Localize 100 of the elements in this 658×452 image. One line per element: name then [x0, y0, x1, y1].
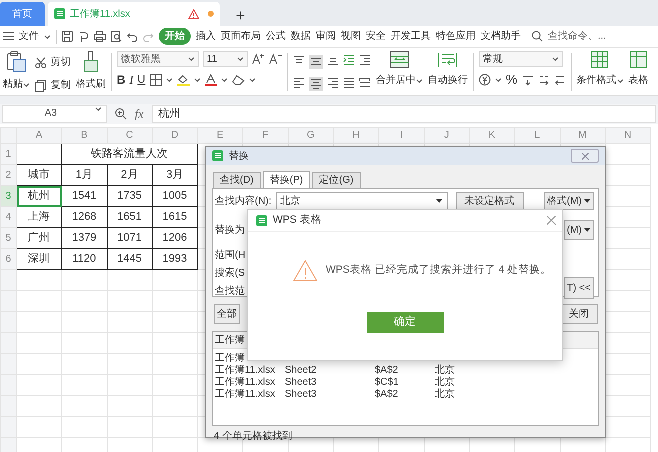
format-button[interactable]: 格式(M): [544, 192, 594, 210]
result-cell[interactable]: Sheet2: [285, 365, 375, 377]
caret-icon[interactable]: [616, 78, 624, 84]
cut-button[interactable]: 剪切: [51, 55, 71, 70]
font-color-icon[interactable]: [204, 74, 217, 86]
paste-icon[interactable]: [6, 51, 26, 73]
dialog-tab[interactable]: 定位(G): [312, 172, 361, 188]
conditional-format-button[interactable]: 条件格式: [576, 73, 617, 88]
caret-icon[interactable]: [188, 56, 195, 62]
table-grid-icon[interactable]: [630, 51, 648, 69]
brush-icon[interactable]: [83, 51, 99, 73]
merge-cells-icon[interactable]: [390, 51, 410, 69]
caret-icon[interactable]: [220, 77, 228, 83]
align-right-icon[interactable]: [327, 77, 339, 89]
merge-center-button[interactable]: 合并居中: [376, 73, 416, 88]
menu-tab[interactable]: 开发工具: [391, 29, 431, 44]
menu-tab[interactable]: 文档助手: [481, 29, 521, 44]
align-middle-icon[interactable]: [309, 55, 323, 69]
result-cell[interactable]: $C$1: [375, 377, 435, 389]
formula-field[interactable]: 杭州: [152, 105, 656, 123]
replace-all-button[interactable]: 全部: [214, 304, 240, 324]
caret-icon[interactable]: [436, 198, 443, 204]
result-cell[interactable]: Sheet3: [285, 377, 375, 389]
result-cell[interactable]: 工作簿11.xlsx: [215, 365, 285, 377]
close-icon[interactable]: [547, 216, 556, 225]
caret-icon[interactable]: [237, 56, 244, 62]
align-center-icon[interactable]: [309, 77, 323, 91]
menu-tab[interactable]: 安全: [366, 29, 386, 44]
result-cell[interactable]: Sheet3: [285, 389, 375, 401]
grow-font-icon[interactable]: [252, 53, 265, 65]
result-cell[interactable]: 工作簿11.xlsx: [215, 389, 285, 401]
caret-icon[interactable]: [95, 106, 102, 112]
paste-button[interactable]: 粘贴: [3, 77, 23, 92]
close-button[interactable]: [571, 149, 599, 163]
menu-tab[interactable]: 视图: [341, 29, 361, 44]
outdent-icon[interactable]: [359, 55, 371, 67]
print-preview-icon[interactable]: [111, 31, 122, 42]
font-name-field[interactable]: 微软雅黑: [117, 51, 199, 67]
caret-icon[interactable]: [495, 77, 502, 83]
eraser-icon[interactable]: [232, 74, 245, 86]
name-box[interactable]: A3: [2, 105, 107, 123]
zoom-icon[interactable]: [115, 108, 127, 120]
menu-tab[interactable]: 插入: [196, 29, 216, 44]
scissors-icon[interactable]: [35, 56, 47, 68]
fill-color-icon[interactable]: [176, 74, 190, 86]
dialog-tab[interactable]: 查找(D): [213, 172, 261, 188]
italic-button[interactable]: I: [130, 71, 134, 89]
wrap-text-button[interactable]: 自动换行: [428, 73, 468, 88]
close-dialog-button[interactable]: 关闭: [560, 304, 598, 324]
copy-button[interactable]: 复制: [51, 78, 71, 93]
percent-button[interactable]: %: [506, 70, 518, 90]
result-cell[interactable]: 北京: [435, 389, 475, 401]
result-cell[interactable]: 工作簿: [215, 353, 245, 365]
underline-button[interactable]: U: [138, 72, 146, 88]
align-left-icon[interactable]: [293, 77, 305, 89]
borders-icon[interactable]: [150, 74, 162, 86]
table-grid-icon[interactable]: [591, 51, 610, 69]
menu-tab[interactable]: 页面布局: [221, 29, 261, 44]
font-size-field[interactable]: 11: [203, 51, 248, 67]
new-tab-button[interactable]: +: [228, 8, 254, 26]
copy-icon[interactable]: [35, 80, 47, 92]
caret-icon[interactable]: [552, 56, 559, 62]
undo-icon[interactable]: [127, 32, 138, 42]
wrap-text-icon[interactable]: [438, 51, 458, 69]
menu-tab[interactable]: 数据: [291, 29, 311, 44]
shrink-font-icon[interactable]: [269, 53, 282, 65]
search-icon[interactable]: [532, 31, 543, 42]
dialog-tab[interactable]: 替换(P): [262, 171, 310, 189]
bold-button[interactable]: B: [117, 71, 126, 89]
distributed-icon[interactable]: [359, 77, 371, 89]
indent-icon[interactable]: [343, 55, 355, 67]
save-icon[interactable]: [62, 31, 73, 42]
menu-icon[interactable]: [3, 32, 14, 41]
function-button[interactable]: fx: [135, 105, 144, 123]
caret-icon[interactable]: [194, 77, 201, 83]
result-cell[interactable]: 北京: [435, 365, 475, 377]
caret-icon[interactable]: [248, 77, 256, 83]
result-cell[interactable]: $A$2: [375, 389, 435, 401]
format-button[interactable]: (M): [564, 220, 594, 240]
result-cell[interactable]: 工作簿11.xlsx: [215, 377, 285, 389]
caret-icon[interactable]: [416, 78, 423, 84]
spreadsheet-icon: [54, 8, 66, 20]
result-cell[interactable]: $A$2: [375, 365, 435, 377]
format-painter-button[interactable]: 格式刷: [76, 77, 106, 92]
command-search[interactable]: 查找命令、...: [548, 29, 606, 44]
caret-icon[interactable]: [166, 77, 173, 83]
menu-tab[interactable]: 特色应用: [436, 29, 476, 44]
caret-icon[interactable]: [23, 82, 30, 88]
table-style-button[interactable]: 表格: [628, 73, 649, 88]
caret-icon[interactable]: [44, 34, 51, 40]
menu-tab[interactable]: 审阅: [316, 29, 336, 44]
menu-tab[interactable]: 公式: [266, 29, 286, 44]
file-menu[interactable]: 文件: [19, 29, 39, 44]
print-icon[interactable]: [94, 31, 106, 42]
number-format-field[interactable]: 常规: [479, 51, 563, 67]
options-button[interactable]: T) <<: [564, 277, 594, 299]
justify-icon[interactable]: [343, 77, 355, 89]
result-cell[interactable]: 北京: [435, 377, 475, 389]
currency-icon[interactable]: [479, 74, 491, 86]
no-format-button[interactable]: 未设定格式: [456, 192, 524, 210]
